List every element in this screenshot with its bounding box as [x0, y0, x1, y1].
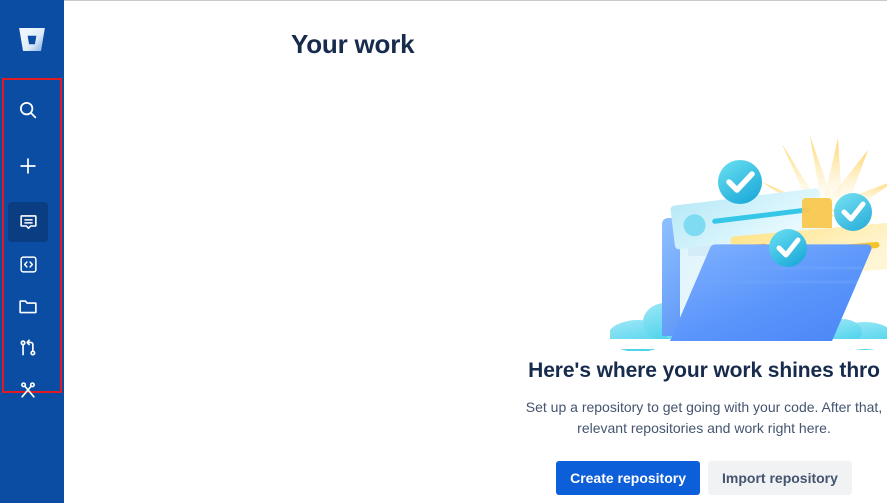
- sidebar-item-pull-requests[interactable]: [8, 328, 48, 368]
- empty-state-actions: Create repository Import repository: [394, 461, 887, 495]
- page-title: Your work: [291, 29, 415, 59]
- sidebar-item-snippets[interactable]: [8, 370, 48, 410]
- plus-icon: [17, 155, 39, 177]
- empty-state-description-line-1: Set up a repository to get going with yo…: [525, 399, 883, 415]
- check-badge-icon: [834, 193, 872, 231]
- create-repository-button[interactable]: Create repository: [556, 461, 701, 495]
- empty-state-description: Set up a repository to get going with yo…: [394, 397, 887, 439]
- sidebar-item-create[interactable]: [8, 146, 48, 186]
- sidebar-nav-list: [0, 84, 56, 410]
- main-content: Your work Here's where your work shines …: [64, 1, 887, 503]
- sidebar-item-code[interactable]: [8, 244, 48, 284]
- search-icon: [17, 99, 39, 121]
- empty-state-heading: Here's where your work shines thro: [528, 359, 880, 382]
- scissors-icon: [17, 379, 39, 401]
- pull-request-icon: [17, 337, 39, 359]
- global-sidebar: [0, 0, 64, 503]
- folder-icon: [17, 295, 39, 317]
- bitbucket-logo-icon[interactable]: [14, 21, 50, 57]
- sidebar-item-your-work[interactable]: [8, 202, 48, 242]
- your-work-icon: [18, 212, 39, 233]
- import-repository-button[interactable]: Import repository: [708, 461, 852, 495]
- sidebar-item-search[interactable]: [8, 90, 48, 130]
- empty-state: Here's where your work shines thro Set u…: [394, 136, 887, 495]
- sidebar-item-repositories[interactable]: [8, 286, 48, 326]
- bitbucket-your-work-page: Your work Here's where your work shines …: [0, 0, 887, 503]
- code-brackets-icon: [18, 254, 39, 275]
- check-badge-icon: [718, 160, 762, 204]
- empty-state-description-line-2: relevant repositories and work right her…: [577, 420, 831, 436]
- check-badge-icon: [769, 229, 807, 267]
- work-folder-illustration: [608, 136, 887, 352]
